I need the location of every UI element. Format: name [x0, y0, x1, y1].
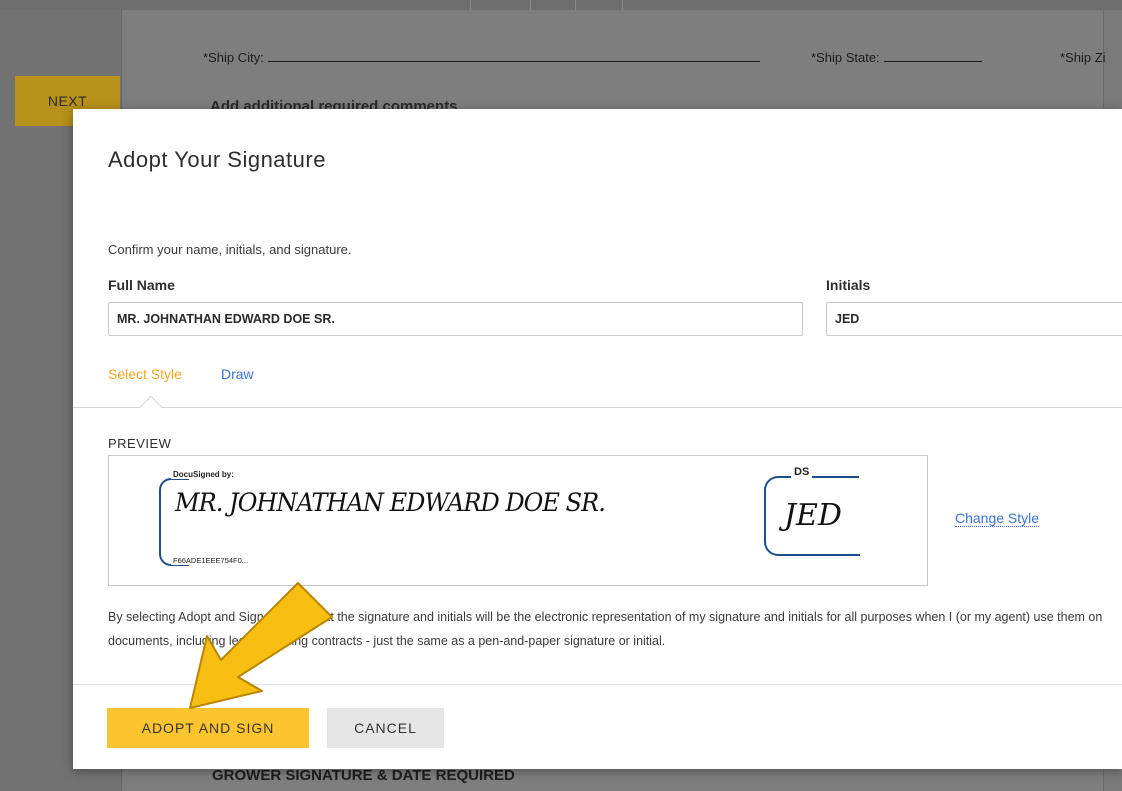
ship-zip-label: *Ship Zi	[1060, 50, 1106, 65]
initials-image: JED	[784, 498, 842, 533]
ship-state-field: *Ship State:	[811, 50, 982, 65]
tab-select-style[interactable]: Select Style	[108, 366, 182, 382]
initials-label: Initials	[826, 277, 871, 293]
adopt-signature-dialog: Adopt Your Signature Confirm your name, …	[73, 109, 1122, 769]
initials-input[interactable]	[826, 302, 1122, 336]
signature-preview: DocuSigned by: MR. JOHNATHAN EDWARD DOE …	[108, 455, 928, 586]
adopt-and-sign-button[interactable]: ADOPT AND SIGN	[107, 708, 309, 748]
dialog-subtitle: Confirm your name, initials, and signatu…	[108, 242, 352, 257]
legal-disclosure: By selecting Adopt and Sign, I agree tha…	[108, 610, 1103, 648]
change-style-link[interactable]: Change Style	[955, 510, 1040, 527]
full-name-input[interactable]	[108, 302, 803, 336]
toolbar-separator	[530, 0, 531, 10]
ship-state-label: *Ship State:	[811, 50, 880, 65]
toolbar-separator	[622, 0, 623, 10]
background-toolbar	[0, 0, 1122, 10]
ship-state-line	[883, 61, 982, 62]
dialog-title: Adopt Your Signature	[108, 147, 326, 172]
grower-signature-heading: GROWER SIGNATURE & DATE REQUIRED	[212, 767, 515, 784]
signature-image: MR. JOHNATHAN EDWARD DOE SR.	[175, 488, 606, 517]
initials-header: DS	[791, 466, 813, 478]
active-tab-indicator	[139, 395, 163, 419]
full-name-label: Full Name	[108, 277, 175, 293]
toolbar-separator	[470, 0, 471, 10]
footer-divider	[73, 684, 1122, 685]
signature-header: DocuSigned by:	[171, 470, 236, 479]
tab-divider	[73, 407, 1122, 408]
toolbar-separator	[575, 0, 576, 10]
tab-draw[interactable]: Draw	[221, 366, 254, 382]
ship-zip-field: *Ship Zi	[1060, 50, 1106, 65]
initials-frame-bottom	[794, 554, 860, 556]
ship-city-field: *Ship City:	[203, 50, 760, 65]
ship-city-label: *Ship City:	[203, 50, 264, 65]
signature-id: F66ADE1EEE754F0...	[171, 556, 251, 565]
preview-label: PREVIEW	[108, 436, 172, 451]
cancel-button[interactable]: CANCEL	[327, 708, 444, 748]
ship-city-line	[267, 61, 760, 62]
